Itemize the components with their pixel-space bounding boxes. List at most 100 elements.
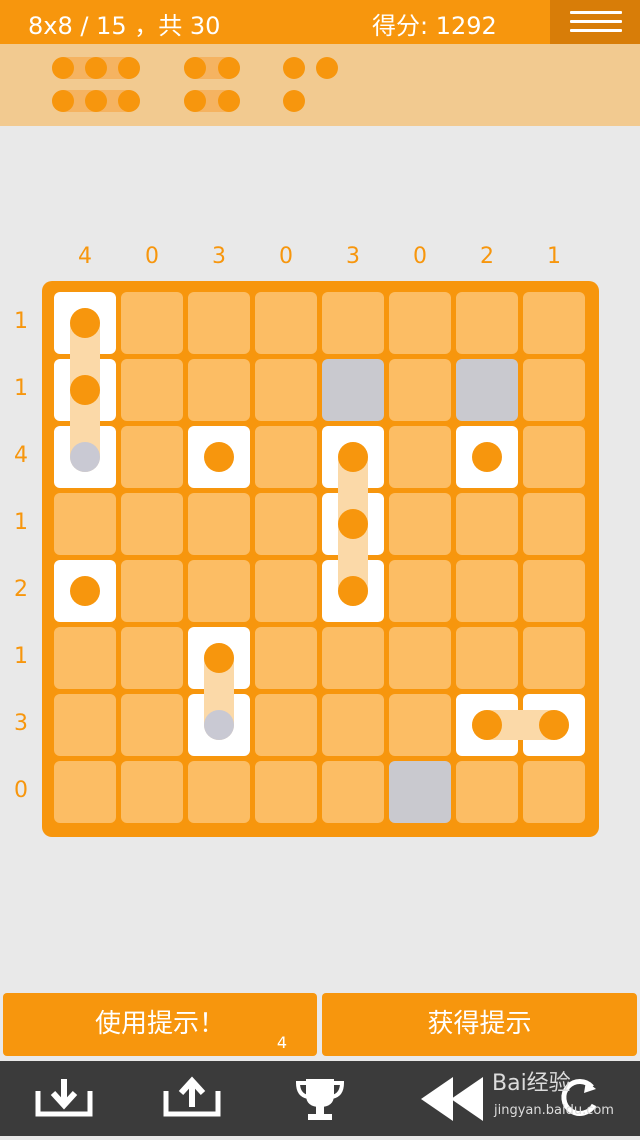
ship-segment [283, 90, 305, 112]
menu-button[interactable] [550, 0, 640, 44]
board-cell[interactable] [389, 359, 451, 421]
board-cell[interactable] [188, 493, 250, 555]
board-cell[interactable] [255, 359, 317, 421]
ship-segment [85, 57, 107, 79]
board-cell[interactable] [389, 493, 451, 555]
board-cell[interactable] [523, 761, 585, 823]
game-board [42, 281, 599, 837]
ship-segment [338, 576, 368, 606]
top-bar: 8x8 / 15 ，共 30 得分: 1292 [0, 0, 640, 44]
ship-segment [218, 90, 240, 112]
row-clue: 1 [14, 309, 28, 334]
board-cell[interactable] [255, 761, 317, 823]
board-cell[interactable] [523, 560, 585, 622]
get-hint-button[interactable]: 获得提示 [322, 993, 637, 1056]
board-cell[interactable] [389, 292, 451, 354]
ship-segment [118, 57, 140, 79]
board-cell[interactable] [389, 426, 451, 488]
board-cell[interactable] [54, 627, 116, 689]
ship-segment-unresolved [70, 442, 100, 472]
column-clue: 3 [346, 244, 360, 269]
board-cell[interactable] [121, 359, 183, 421]
board-cell[interactable] [54, 694, 116, 756]
board-cell[interactable] [523, 292, 585, 354]
column-clue: 4 [78, 244, 92, 269]
board-cell[interactable] [188, 359, 250, 421]
board-cell[interactable] [121, 292, 183, 354]
board-cell[interactable] [255, 493, 317, 555]
ship-segment [52, 57, 74, 79]
ship-segment [184, 90, 206, 112]
upload-button[interactable] [138, 1061, 238, 1136]
row-clue: 1 [14, 510, 28, 535]
board-cell[interactable] [121, 426, 183, 488]
board-cell[interactable] [456, 627, 518, 689]
board-cell[interactable] [456, 292, 518, 354]
watermark-brand: Bai经验 [492, 1071, 571, 1096]
board-cell[interactable] [121, 694, 183, 756]
board-cell[interactable] [322, 761, 384, 823]
board-cell-water[interactable] [456, 359, 518, 421]
board-cell[interactable] [322, 292, 384, 354]
board-cell[interactable] [456, 493, 518, 555]
board-cell[interactable] [188, 560, 250, 622]
ship-segment [52, 90, 74, 112]
board-cell[interactable] [54, 493, 116, 555]
use-hint-button[interactable]: 使用提示！ 4 [3, 993, 317, 1056]
ship-segment [70, 375, 100, 405]
board-cell[interactable] [121, 761, 183, 823]
ship-segment [316, 57, 338, 79]
ships-legend [0, 44, 640, 126]
row-clue: 3 [14, 711, 28, 736]
board-cell[interactable] [255, 560, 317, 622]
board-cell[interactable] [389, 694, 451, 756]
row-clue: 2 [14, 577, 28, 602]
ship-segment [472, 710, 502, 740]
board-cell[interactable] [255, 694, 317, 756]
hint-count-badge: 4 [276, 1033, 287, 1052]
watermark-url: jingyan.baidu.com [494, 1103, 614, 1118]
rewind-button[interactable] [405, 1061, 505, 1136]
ship-segment [204, 442, 234, 472]
board-cell[interactable] [523, 426, 585, 488]
column-clue: 2 [480, 244, 494, 269]
board-cell[interactable] [121, 493, 183, 555]
board-cell-water[interactable] [322, 359, 384, 421]
download-button[interactable] [14, 1061, 114, 1136]
column-clue: 1 [547, 244, 561, 269]
board-cell[interactable] [523, 627, 585, 689]
get-hint-label: 获得提示 [427, 1009, 532, 1039]
board-cell[interactable] [121, 560, 183, 622]
board-cell[interactable] [322, 694, 384, 756]
row-clue: 4 [14, 443, 28, 468]
board-cell[interactable] [121, 627, 183, 689]
column-clue: 0 [145, 244, 159, 269]
column-clue: 3 [212, 244, 226, 269]
ship-segment [218, 57, 240, 79]
board-cell[interactable] [322, 627, 384, 689]
upload-icon [163, 1076, 221, 1117]
board-cell[interactable] [456, 560, 518, 622]
rewind-icon [421, 1077, 483, 1121]
row-clue: 1 [14, 376, 28, 401]
board-cell[interactable] [54, 761, 116, 823]
board-cell[interactable] [389, 560, 451, 622]
ship-segment [204, 643, 234, 673]
ship-segment [283, 57, 305, 79]
board-cell[interactable] [255, 426, 317, 488]
ship-segment [338, 509, 368, 539]
board-cell-water[interactable] [389, 761, 451, 823]
board-cell[interactable] [255, 627, 317, 689]
board-cell[interactable] [255, 292, 317, 354]
board-cell[interactable] [188, 292, 250, 354]
column-clue: 0 [279, 244, 293, 269]
board-cell[interactable] [389, 627, 451, 689]
board-cell[interactable] [523, 493, 585, 555]
ship-segment [70, 576, 100, 606]
board-cell[interactable] [456, 761, 518, 823]
board-cell[interactable] [523, 359, 585, 421]
ship-segment [118, 90, 140, 112]
board-cell[interactable] [188, 761, 250, 823]
trophy-button[interactable] [270, 1061, 370, 1136]
ship-segment [184, 57, 206, 79]
